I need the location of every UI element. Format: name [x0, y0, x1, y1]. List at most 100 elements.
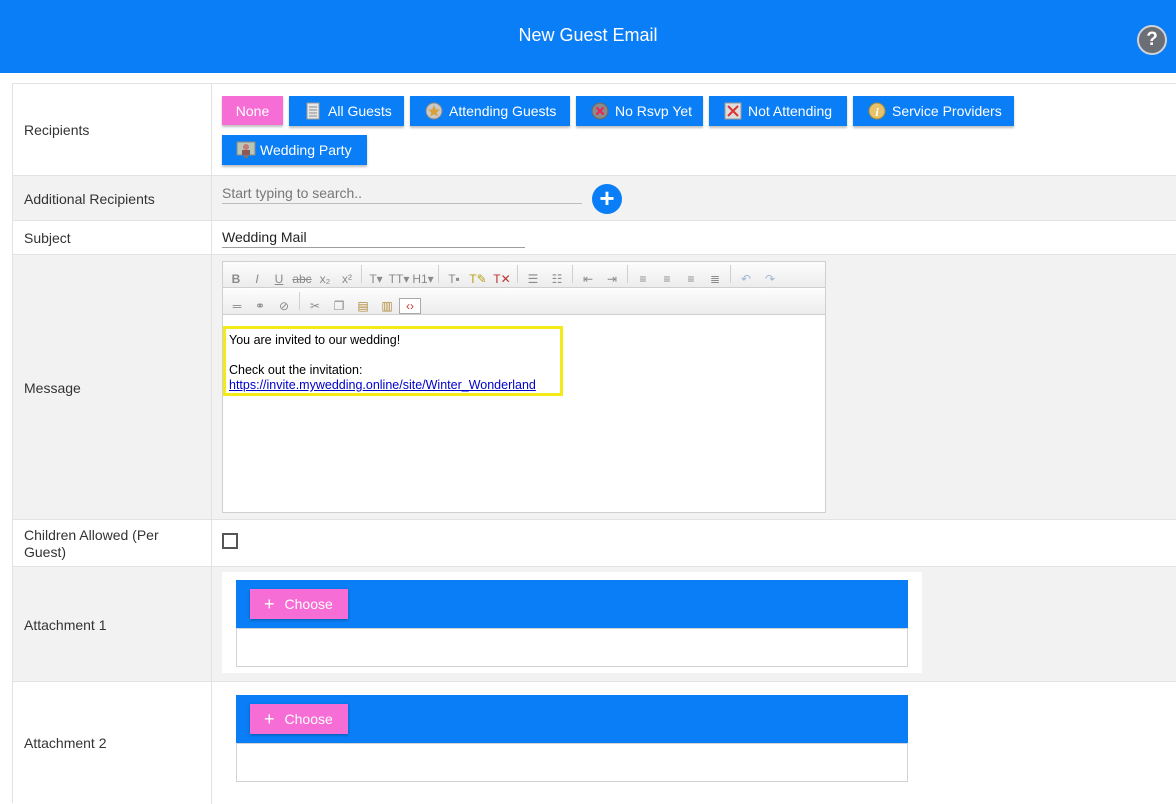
children-allowed-label: Children Allowed (Per Guest): [24, 526, 159, 560]
font-family-icon[interactable]: T▾: [365, 270, 387, 288]
bullet-list-icon[interactable]: ☰: [521, 270, 545, 288]
attachment-1-label: Attachment 1: [24, 616, 107, 633]
additional-recipients-cell: Start typing to search.. +: [211, 176, 1176, 221]
recipients-row: Recipients None All Guests Attending Gue…: [13, 83, 1176, 176]
justify-icon[interactable]: ≣: [703, 270, 727, 288]
list-icon: [304, 102, 322, 120]
indent-icon[interactable]: ⇥: [600, 270, 624, 288]
recipient-service-providers-label: Service Providers: [892, 103, 1002, 119]
recipient-all-guests-button[interactable]: All Guests: [289, 96, 404, 126]
subscript-icon[interactable]: x₂: [314, 270, 336, 288]
attachment-1-cell: + Choose: [211, 567, 1176, 682]
choose-label: Choose: [284, 596, 333, 612]
toolbar-separator: [438, 265, 439, 283]
page-title: New Guest Email: [518, 25, 658, 45]
attachment-2-cell: + Choose: [211, 682, 1176, 804]
message-cell: B I Uabc x₂ x² T▾ TT▾ H1▾ T▪ T✎ T✕ ☰ ☷ ⇤ ⇥ ≡ ≡ ≡ ≣ ↶ ↷ ═ ⚭ ⊘ ✂ ❐…: [211, 255, 1176, 520]
subject-input[interactable]: Wedding Mail: [222, 229, 525, 248]
outdent-icon[interactable]: ⇤: [576, 270, 600, 288]
align-center-icon[interactable]: ≡: [655, 270, 679, 288]
bold-icon[interactable]: B: [226, 270, 246, 288]
info-icon: i: [868, 102, 886, 120]
children-allowed-checkbox[interactable]: [222, 533, 238, 549]
editor-toolbar-row-2: ═ ⚭ ⊘ ✂ ❐ ▤ ▥ ‹›: [223, 289, 825, 315]
toolbar-separator: [361, 265, 362, 283]
toolbar-separator: [517, 265, 518, 283]
recipient-service-providers-button[interactable]: i Service Providers: [853, 96, 1014, 126]
attachment-2-toolbar: + Choose: [236, 695, 908, 743]
recipient-search-input[interactable]: Start typing to search..: [222, 185, 582, 204]
unlink-icon[interactable]: ⊘: [272, 297, 296, 315]
source-code-icon[interactable]: ‹›: [399, 298, 421, 314]
people-icon: [236, 141, 256, 159]
message-row: Message B I Uabc x₂ x² T▾ TT▾ H1▾ T▪ T✎ T✕ ☰ ☷ ⇤ ⇥ ≡ ≡ ≡ ≣…: [13, 254, 1176, 520]
additional-recipients-row: Additional Recipients Start typing to se…: [13, 175, 1176, 221]
font-size-icon[interactable]: TT▾: [387, 270, 411, 288]
heading-icon[interactable]: H1▾: [411, 270, 435, 288]
attachment-2-dropzone[interactable]: [236, 743, 908, 782]
toolbar-separator: [299, 292, 300, 310]
recipients-cell: None All Guests Attending Guests No Rsvp…: [211, 84, 1176, 176]
recipient-all-guests-label: All Guests: [328, 103, 392, 119]
recipient-attending-label: Attending Guests: [449, 103, 557, 119]
clear-format-icon[interactable]: T✕: [490, 270, 514, 288]
toolbar-separator: [730, 265, 731, 283]
attachment-1-row: Attachment 1 + Choose: [13, 566, 1176, 682]
message-body[interactable]: You are invited to our wedding! Check ou…: [223, 326, 563, 396]
attachment-2-row: Attachment 2 + Choose: [13, 681, 1176, 804]
redo-icon[interactable]: ↷: [758, 270, 782, 288]
attachment-1-uploader: + Choose: [222, 572, 922, 673]
message-line-2: Check out the invitation:: [229, 363, 363, 377]
highlight-icon[interactable]: T✎: [466, 270, 490, 288]
recipient-wedding-party-label: Wedding Party: [260, 142, 352, 158]
link-icon[interactable]: ⚭: [248, 297, 272, 315]
recipient-no-rsvp-label: No Rsvp Yet: [615, 103, 693, 119]
copy-icon[interactable]: ❐: [327, 297, 351, 315]
horizontal-rule-icon[interactable]: ═: [226, 297, 248, 315]
plus-icon: +: [264, 594, 275, 614]
recipient-wedding-party-button[interactable]: Wedding Party: [222, 135, 367, 165]
align-right-icon[interactable]: ≡: [679, 270, 703, 288]
superscript-icon[interactable]: x²: [336, 270, 358, 288]
attachment-1-dropzone[interactable]: [236, 628, 908, 667]
numbered-list-icon[interactable]: ☷: [545, 270, 569, 288]
italic-icon[interactable]: I: [246, 270, 268, 288]
add-recipient-button[interactable]: +: [592, 184, 622, 214]
strikethrough-icon[interactable]: abc: [290, 270, 314, 288]
email-form: Recipients None All Guests Attending Gue…: [12, 83, 1176, 804]
attachment-1-toolbar: + Choose: [236, 580, 908, 628]
recipient-none-button[interactable]: None: [222, 96, 283, 125]
underline-icon[interactable]: U: [268, 270, 290, 288]
attachment-1-choose-button[interactable]: + Choose: [250, 589, 348, 619]
paste-icon[interactable]: ▤: [351, 297, 375, 315]
rich-text-editor: B I Uabc x₂ x² T▾ TT▾ H1▾ T▪ T✎ T✕ ☰ ☷ ⇤ ⇥ ≡ ≡ ≡ ≣ ↶ ↷ ═ ⚭ ⊘ ✂ ❐…: [222, 261, 826, 513]
message-label: Message: [24, 379, 81, 396]
children-allowed-row: Children Allowed (Per Guest): [13, 519, 1176, 567]
plus-icon: +: [264, 709, 275, 729]
help-icon[interactable]: ?: [1137, 25, 1167, 55]
cut-icon[interactable]: ✂: [303, 297, 327, 315]
star-badge-icon: [425, 102, 443, 120]
header-bar: New Guest Email ?: [0, 0, 1176, 73]
text-color-icon[interactable]: T▪: [442, 270, 466, 288]
recipient-attending-button[interactable]: Attending Guests: [410, 96, 570, 126]
align-left-icon[interactable]: ≡: [631, 270, 655, 288]
recipient-no-rsvp-button[interactable]: No Rsvp Yet: [576, 96, 703, 126]
recipient-none-label: None: [235, 102, 270, 119]
recipient-not-attending-label: Not Attending: [748, 103, 833, 119]
paste-text-icon[interactable]: ▥: [375, 297, 399, 315]
undo-icon[interactable]: ↶: [734, 270, 758, 288]
attachment-2-uploader: + Choose: [222, 687, 922, 788]
recipient-not-attending-button[interactable]: Not Attending: [709, 96, 847, 126]
x-box-icon: [724, 102, 742, 120]
subject-cell: Wedding Mail: [211, 221, 1176, 255]
additional-recipients-label: Additional Recipients: [24, 190, 155, 207]
editor-toolbar-row-1: B I Uabc x₂ x² T▾ TT▾ H1▾ T▪ T✎ T✕ ☰ ☷ ⇤ ⇥ ≡ ≡ ≡ ≣ ↶ ↷: [223, 262, 825, 288]
subject-row: Subject Wedding Mail: [13, 220, 1176, 255]
subject-label: Subject: [24, 230, 71, 246]
message-line-1: You are invited to our wedding!: [229, 333, 401, 347]
invitation-link[interactable]: https://invite.mywedding.online/site/Win…: [229, 378, 536, 392]
x-circle-icon: [591, 102, 609, 120]
recipients-label: Recipients: [24, 122, 90, 138]
attachment-2-choose-button[interactable]: + Choose: [250, 704, 348, 734]
